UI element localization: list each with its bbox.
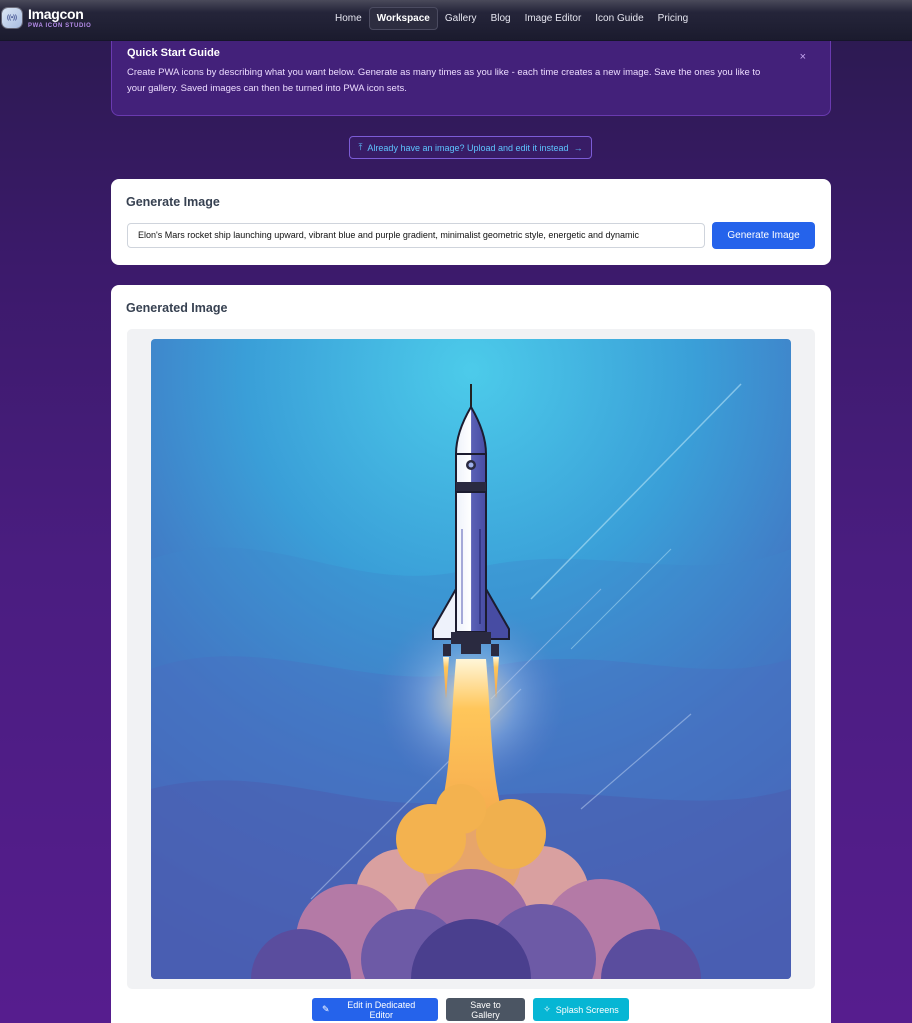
generated-image[interactable] — [151, 339, 791, 979]
edit-icon: ✎ — [322, 1004, 330, 1014]
quick-start-body: Create PWA icons by describing what you … — [127, 67, 761, 94]
upload-link-label: Already have an image? Upload and edit i… — [367, 142, 569, 153]
image-preview-area — [127, 329, 815, 989]
upload-icon: ⤒ — [358, 142, 363, 152]
sparkle-icon: ✧ — [543, 1004, 551, 1014]
edit-in-editor-button[interactable]: ✎ Edit in Dedicated Editor — [312, 998, 438, 1021]
generate-title: Generate Image — [126, 195, 220, 209]
close-icon[interactable]: × — [800, 51, 806, 63]
generate-card: Generate Image Elon's Mars rocket ship l… — [111, 179, 831, 265]
nav-home[interactable]: Home — [328, 7, 369, 30]
splash-screens-button[interactable]: ✧ Splash Screens — [533, 998, 629, 1021]
top-navbar: ((•)) Imagcon PWA ICON STUDIO Home Works… — [0, 0, 912, 41]
generate-button[interactable]: Generate Image — [712, 222, 815, 249]
nav-gallery[interactable]: Gallery — [438, 7, 484, 30]
upload-image-link[interactable]: ⤒ Already have an image? Upload and edit… — [349, 136, 592, 159]
arrow-right-icon: → — [573, 142, 583, 153]
nav-icon-guide[interactable]: Icon Guide — [588, 7, 650, 30]
brand-subtitle: PWA ICON STUDIO — [28, 23, 92, 29]
save-to-gallery-button[interactable]: Save to Gallery — [446, 998, 525, 1021]
generated-title: Generated Image — [126, 301, 228, 315]
edit-button-label: Edit in Dedicated Editor — [347, 999, 416, 1020]
brand[interactable]: ((•)) Imagcon PWA ICON STUDIO — [2, 7, 91, 29]
generated-image-card: Generated Image ✎ Edit in Dedicated Edit… — [111, 285, 831, 1023]
nav-blog[interactable]: Blog — [484, 7, 518, 30]
quick-start-title: Quick Start Guide — [127, 47, 220, 59]
main-nav: Home Workspace Gallery Blog Image Editor… — [328, 7, 695, 30]
app-logo-icon: ((•)) — [2, 8, 22, 28]
nav-workspace[interactable]: Workspace — [368, 7, 438, 30]
nav-pricing[interactable]: Pricing — [651, 7, 696, 30]
quick-start-panel: Quick Start Guide Create PWA icons by de… — [111, 32, 831, 116]
brand-name: Imagcon — [28, 6, 84, 22]
save-button-label: Save to Gallery — [470, 999, 501, 1020]
image-actions: ✎ Edit in Dedicated Editor Save to Galle… — [312, 998, 629, 1021]
prompt-input[interactable]: Elon's Mars rocket ship launching upward… — [127, 223, 705, 248]
splash-button-label: Splash Screens — [555, 1004, 619, 1015]
nav-image-editor[interactable]: Image Editor — [518, 7, 589, 30]
